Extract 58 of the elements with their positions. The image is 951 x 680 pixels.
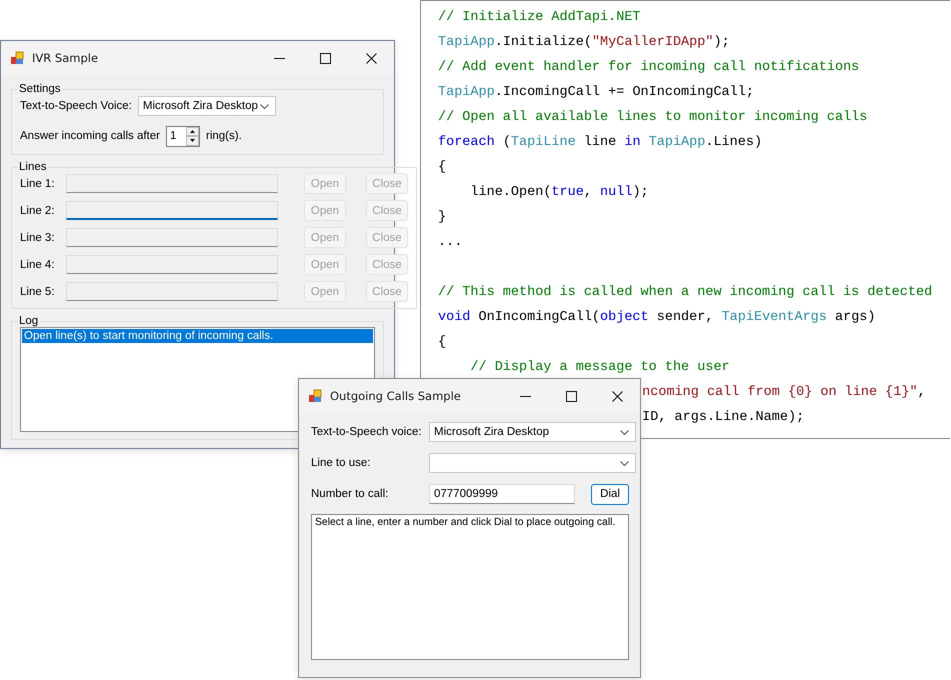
rings-spinner[interactable]: 1 <box>166 126 200 146</box>
field-label: Text-to-Speech voice: <box>311 426 423 438</box>
line-label: Line 5: <box>20 286 56 298</box>
code-line: { <box>438 334 446 352</box>
app-icon <box>10 51 24 65</box>
chevron-down-icon <box>620 460 629 466</box>
maximize-icon <box>320 52 330 64</box>
code-line: foreach (TapiLine line in TapiApp.Lines) <box>438 134 762 152</box>
field-label: Answer incoming calls after <box>20 130 160 142</box>
line-label: Line 4: <box>20 258 56 270</box>
group-title: Log <box>18 315 40 327</box>
code-line: } <box>438 209 446 227</box>
code-line: // This method is called when a new incoming call is detected <box>438 284 932 302</box>
line-label: Line 3: <box>20 232 56 244</box>
code-line: line.Open(true, null); <box>469 184 649 202</box>
spin-up-button[interactable] <box>186 126 199 136</box>
code-line: // Add event handler for incoming call notifications <box>438 59 860 77</box>
group-title: Settings <box>18 83 62 95</box>
line-field[interactable] <box>66 282 278 301</box>
line-field[interactable] <box>66 174 278 193</box>
chevron-down-icon <box>620 430 629 434</box>
line-field[interactable] <box>66 201 278 220</box>
line-label: Line 1: <box>20 178 56 190</box>
code-line: // Open all available lines to monitor incoming calls <box>438 109 868 127</box>
group-title: Lines <box>18 161 48 173</box>
maximize-icon <box>566 390 576 402</box>
dial-button[interactable]: Dial <box>591 484 629 504</box>
line-field[interactable] <box>66 255 278 274</box>
log-text: Select a line, enter a number and click Dial to place outgoing call. <box>315 517 616 528</box>
log-entry[interactable]: Open line(s) to start monitoring of incoming calls. <box>22 329 373 343</box>
caret-down-icon <box>190 139 195 142</box>
code-line: // Display a message to the user <box>469 359 730 377</box>
field-label: Number to call: <box>311 488 390 500</box>
chevron-down-icon <box>260 104 269 108</box>
code-line: TapiApp.Initialize("MyCallerIDApp"); <box>438 34 730 52</box>
window-title: IVR Sample <box>32 51 100 65</box>
code-line: void OnIncomingCall(object sender, TapiEventArgs args) <box>438 309 876 327</box>
number-field[interactable]: 0777009999 <box>429 484 575 504</box>
code-line: { <box>438 159 446 177</box>
close-icon <box>366 52 376 64</box>
field-label: Line to use: <box>311 457 372 469</box>
caret-up-icon <box>190 130 195 133</box>
close-icon <box>612 390 622 402</box>
code-line: ID, args.Line.Name); <box>642 409 804 427</box>
code-line: ... <box>438 234 462 252</box>
voice-dropdown[interactable]: Microsoft Zira Desktop <box>138 96 276 116</box>
window-title: Outgoing Calls Sample <box>330 389 462 403</box>
line-label: Line 2: <box>20 204 56 216</box>
spin-down-button[interactable] <box>186 136 199 146</box>
code-line: // Initialize AddTapi.NET <box>438 9 641 27</box>
field-label: Text-to-Speech Voice: <box>20 100 132 112</box>
code-line: TapiApp.IncomingCall += OnIncomingCall; <box>438 84 754 102</box>
line-field[interactable] <box>66 228 278 247</box>
field-label: ring(s). <box>206 130 242 142</box>
voice-dropdown[interactable]: Microsoft Zira Desktop <box>429 422 636 442</box>
code-line: ncoming call from {0} on line {1}", <box>642 384 926 402</box>
line-dropdown[interactable] <box>429 453 636 473</box>
app-icon <box>308 389 322 403</box>
